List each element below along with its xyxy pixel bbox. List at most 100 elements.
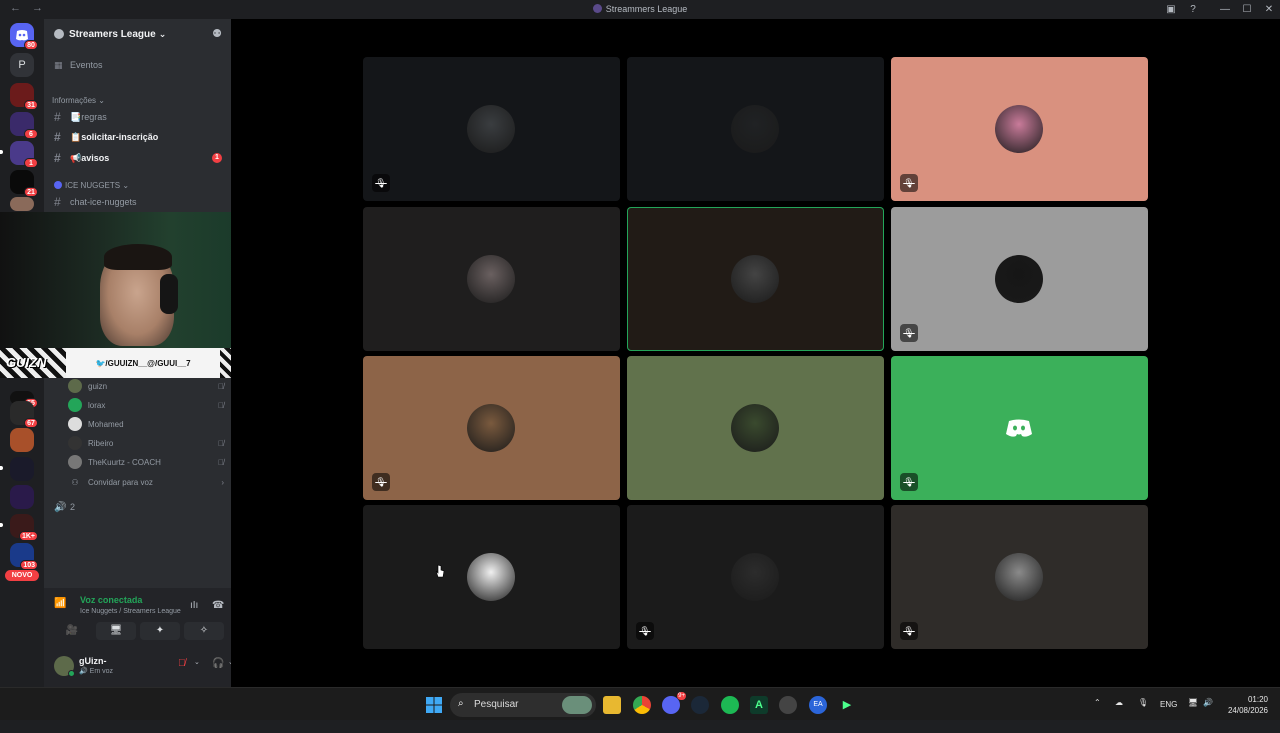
participant-tile[interactable]: 🎙 — [363, 57, 620, 201]
participant-tile[interactable] — [627, 57, 884, 201]
mouse-pointer-icon — [435, 564, 445, 578]
category-icon — [54, 181, 62, 189]
play-icon[interactable]: ▶ — [838, 696, 856, 714]
clock[interactable]: 01:20 24/08/2026 — [1228, 694, 1268, 716]
server-p[interactable]: P — [10, 53, 34, 77]
search-highlight-icon — [562, 696, 592, 714]
soundboard-button[interactable]: ✧ — [184, 622, 224, 640]
category-ice[interactable]: ICE NUGGETS ⌄ — [54, 181, 129, 190]
channel-chat-ice[interactable]: # chat-ice-nuggets — [52, 193, 224, 211]
windows-start-icon[interactable] — [425, 696, 443, 714]
user-area: gUizn- 🔊 Em voz 🎙̸ ⌄ 🎧 ⌄ ⚙ — [52, 652, 255, 680]
mic-muted-icon: 🎙̸ — [218, 457, 224, 467]
channel-solicitar[interactable]: # 📋solicitar-inscrição — [52, 128, 224, 146]
voice-user[interactable]: Ribeiro 🎙̸ — [68, 434, 226, 452]
participant-tile[interactable] — [627, 356, 884, 500]
server-header[interactable]: Streamers League ⌄ ⚉ — [44, 19, 231, 49]
chevron-right-icon: › — [221, 477, 224, 487]
voice-user[interactable]: Mohamed — [68, 415, 226, 433]
discord-taskbar-icon[interactable]: 9+ — [662, 692, 686, 714]
category-info[interactable]: Informações ⌄ — [52, 96, 105, 105]
participant-tile[interactable] — [363, 207, 620, 351]
app-a-icon[interactable]: A — [750, 696, 768, 714]
server-12[interactable]: 103 — [10, 543, 38, 570]
app-icon[interactable] — [779, 696, 797, 714]
voice-panel: 📶 Voz conectada Ice Nuggets / Streamers … — [44, 588, 255, 687]
minimize-button[interactable]: — — [1214, 4, 1236, 15]
help-icon[interactable]: ? — [1182, 4, 1204, 15]
participant-tile[interactable]: 🎙 — [363, 356, 620, 500]
mic-muted-icon: 🎙̸ — [218, 381, 224, 391]
new-badge[interactable]: NOVO — [5, 570, 39, 581]
close-button[interactable]: ✕ — [1258, 4, 1280, 15]
voice-user[interactable]: guizn 🎙̸ — [68, 377, 226, 395]
title-bar: ← → Streammers League ▣ ? — ☐ ✕ — [0, 0, 1280, 19]
server-7[interactable]: 67 — [10, 401, 38, 428]
activities-button[interactable]: ✦ — [140, 622, 180, 640]
mic-muted-icon: 🎙 — [372, 174, 390, 192]
language-indicator[interactable]: ENG — [1160, 700, 1177, 733]
file-explorer-icon[interactable] — [603, 696, 621, 714]
participant-tile[interactable]: 🎙 — [891, 57, 1148, 201]
server-2[interactable]: 6 — [10, 112, 38, 139]
server-4[interactable]: 21 — [10, 170, 38, 197]
avatar — [995, 255, 1043, 303]
mic-muted-icon: 🎙 — [900, 324, 918, 342]
chevron-down-icon[interactable]: ⌄ — [194, 658, 200, 666]
mic-muted-icon: 🎙̸ — [218, 400, 224, 410]
server-8[interactable] — [10, 428, 34, 452]
participant-tile[interactable]: 🎙 — [891, 505, 1148, 649]
avatar — [467, 255, 515, 303]
voice-channel-path[interactable]: Ice Nuggets / Streamers League — [80, 608, 181, 615]
stream-logo: GUIZN — [0, 348, 66, 378]
channel-avisos[interactable]: # 📢avisos 1 — [52, 149, 224, 167]
steam-icon[interactable] — [691, 696, 709, 714]
participant-tile[interactable]: 🎙 — [891, 207, 1148, 351]
server-9[interactable] — [10, 457, 34, 481]
participant-tile[interactable] — [363, 505, 620, 649]
mic-icon[interactable]: 🎙 — [1138, 698, 1148, 731]
invite-to-voice[interactable]: ⚇ Convidar para voz › — [68, 473, 226, 491]
voice-user[interactable]: TheKuurtz - COACH 🎙̸ — [68, 453, 226, 471]
screen-share-button[interactable]: 🖥 — [96, 622, 136, 640]
server-1[interactable]: 31 — [10, 83, 38, 110]
home-icon[interactable]: 80 — [10, 23, 38, 50]
voice-channel-2[interactable]: 🔊 2 — [52, 498, 224, 516]
volume-icon[interactable]: 🔊 — [1203, 698, 1213, 731]
channel-regras[interactable]: # 📑regras — [52, 108, 224, 126]
avatar — [68, 379, 82, 393]
chevron-up-icon[interactable]: ⌃ — [1094, 698, 1101, 731]
inbox-icon[interactable]: ▣ — [1160, 4, 1182, 15]
headphones-icon[interactable]: 🎧 — [212, 658, 224, 669]
mic-muted-icon: 🎙 — [900, 174, 918, 192]
participant-tile[interactable] — [627, 207, 884, 351]
mic-muted-icon[interactable]: 🎙̸ — [178, 658, 186, 669]
taskbar-search[interactable]: ⌕ Pesquisar — [450, 693, 596, 717]
avatar — [995, 105, 1043, 153]
soundboard-icon[interactable]: ıIı — [190, 600, 198, 611]
server-3[interactable]: 1 — [10, 141, 38, 168]
ea-icon[interactable]: EA — [809, 696, 827, 714]
user-name[interactable]: gUizn- — [79, 656, 107, 666]
cloud-icon[interactable]: ☁ — [1115, 698, 1123, 731]
events-item[interactable]: ▦ Eventos — [52, 56, 224, 74]
voice-status[interactable]: Voz conectada — [80, 595, 142, 605]
add-member-icon[interactable]: ⚉ — [212, 27, 222, 40]
avatar — [68, 398, 82, 412]
window-title: Streammers League — [0, 4, 1280, 14]
participant-tile[interactable]: 🎙 — [891, 356, 1148, 500]
participant-tile[interactable]: 🎙 — [627, 505, 884, 649]
voice-user[interactable]: lorax 🎙̸ — [68, 396, 226, 414]
avatar — [467, 105, 515, 153]
server-11[interactable]: 1K+ — [10, 514, 38, 541]
mic-muted-icon: 🎙̸ — [218, 438, 224, 448]
camera-button[interactable]: 🎥 — [52, 622, 92, 640]
maximize-button[interactable]: ☐ — [1236, 4, 1258, 15]
chrome-icon[interactable] — [633, 696, 651, 714]
server-5[interactable] — [10, 197, 34, 211]
unread-pill — [0, 466, 3, 470]
network-icon[interactable]: 🖥 — [1188, 698, 1198, 731]
spotify-icon[interactable] — [721, 696, 739, 714]
server-10[interactable] — [10, 485, 34, 509]
disconnect-icon[interactable]: ☎ — [212, 600, 224, 611]
